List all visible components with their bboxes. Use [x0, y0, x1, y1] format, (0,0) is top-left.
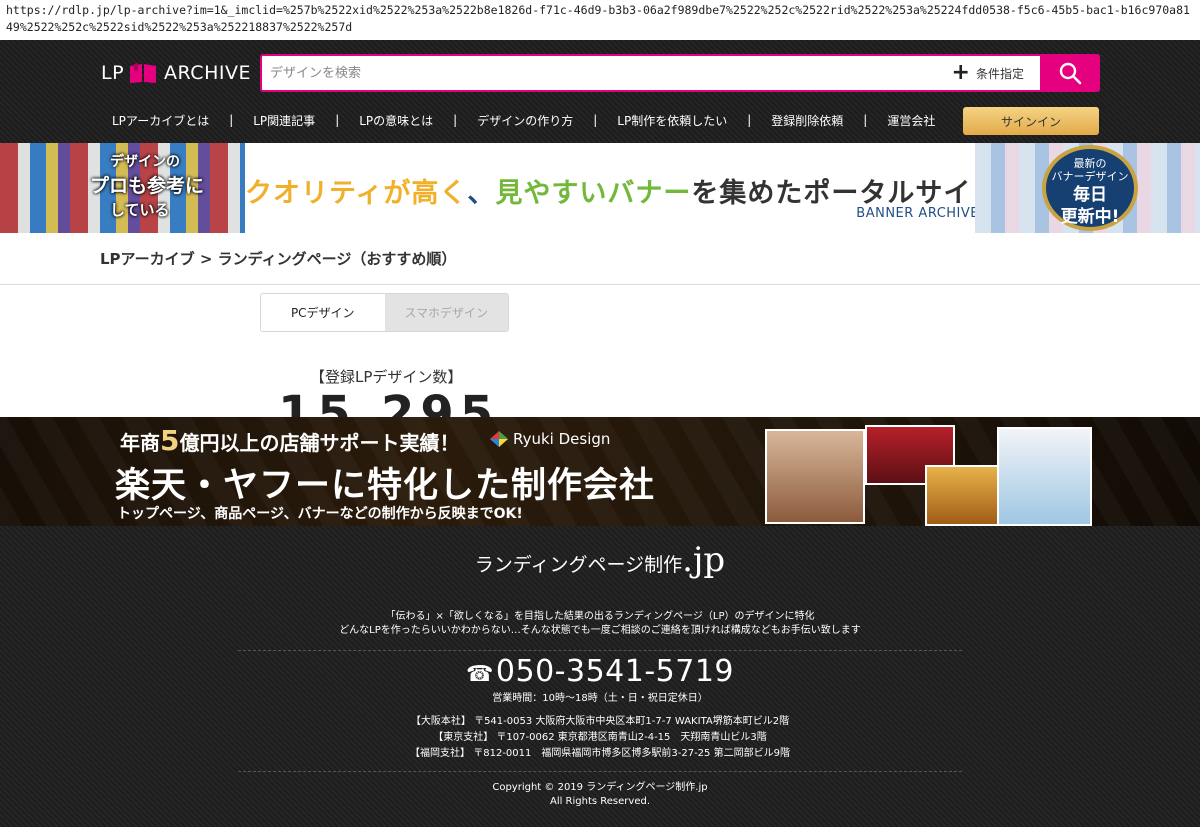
- update-badge: 最新の バナーデザイン 毎日 更新中!: [1042, 145, 1138, 231]
- search-icon: [1059, 62, 1082, 85]
- banner-brand: BANNER ARCHIVE: [856, 206, 979, 221]
- banner-archive-ad[interactable]: デザインの プロも参考に している クオリティが高く、見やすいバナーを集めたポー…: [0, 143, 1200, 233]
- nav-item-meaning[interactable]: LPの意味とは: [347, 112, 445, 129]
- banner-headline-quality: クオリティが高く: [245, 178, 468, 209]
- badge-line3: 毎日: [1073, 185, 1107, 205]
- breadcrumb: LPアーカイブ > ランディングページ（おすすめ順）: [0, 233, 1200, 285]
- footer-hours: 営業時間：10時〜18時（土・日・祝日定休日）: [492, 693, 708, 704]
- nav-separator: |: [335, 113, 340, 127]
- banner-left-line2: プロも参考に: [90, 175, 205, 197]
- badge-line4: 更新中!: [1060, 207, 1120, 227]
- plus-icon: +: [951, 60, 970, 85]
- site-footer: ランディングページ制作.jp 「伝わる」×「欲しくなる」を目指した結果の出るラン…: [0, 526, 1200, 827]
- site-header: LP ARCHIVE + 条件指定 LPアーカイブとは | LP関連記事 | L…: [0, 40, 1200, 143]
- footer-copyright: Copyright © 2019 ランディングページ制作.jp All Righ…: [0, 781, 1200, 809]
- nav-item-howto[interactable]: デザインの作り方: [465, 112, 585, 129]
- product-image: [997, 427, 1092, 526]
- nav-separator: |: [863, 113, 868, 127]
- footer-address-osaka: 【大阪本社】 〒541-0053 大阪府大阪市中央区本町1-7-7 WAKITA…: [410, 716, 790, 727]
- footer-address-tokyo: 【東京支社】 〒107-0062 東京都港区南青山2-4-15 天翔南青山ビル3…: [433, 732, 767, 743]
- banner-left-line1: デザインの: [110, 154, 180, 170]
- footer-logo[interactable]: ランディングページ制作.jp: [0, 540, 1200, 580]
- footer-divider: [238, 771, 962, 772]
- banner2-title: 楽天・ヤフーに特化した制作会社: [115, 466, 656, 506]
- banner2-brand: Ryuki Design: [490, 430, 610, 448]
- tab-smartphone-design[interactable]: スマホデザイン: [384, 294, 508, 331]
- condition-label: 条件指定: [975, 66, 1024, 81]
- device-tabs: PCデザイン スマホデザイン: [260, 293, 509, 332]
- search-button[interactable]: [1040, 54, 1100, 92]
- banner-main: クオリティが高く、見やすいバナーを集めたポータルサイト BANNER ARCHI…: [245, 143, 998, 233]
- main-nav: LPアーカイブとは | LP関連記事 | LPの意味とは | デザインの作り方 …: [100, 106, 1100, 134]
- footer-copyright-line1: Copyright © 2019 ランディングページ制作.jp: [492, 782, 708, 793]
- banner2-brand-text: Ryuki Design: [513, 430, 611, 448]
- search-bar: + 条件指定: [260, 54, 1100, 92]
- nav-item-company[interactable]: 運営会社: [875, 112, 947, 129]
- nav-separator: |: [747, 113, 752, 127]
- logo-lp-text: LP: [101, 62, 125, 84]
- banner2-headline-c: 億円以上の店舗サポート実績！: [179, 431, 460, 455]
- ryuki-logo-icon: [490, 431, 508, 447]
- footer-phone[interactable]: ☎050-3541-5719: [0, 654, 1200, 689]
- banner-headline: クオリティが高く、見やすいバナーを集めたポータルサイト: [245, 171, 999, 210]
- nav-separator: |: [453, 113, 458, 127]
- ryuki-design-banner[interactable]: 年商5億円以上の店舗サポート実績！ Ryuki Design 楽天・ヤフーに特化…: [0, 417, 1200, 526]
- site-logo[interactable]: LP ARCHIVE: [101, 62, 251, 84]
- banner-left-text: デザインの プロも参考に している: [70, 149, 250, 227]
- footer-description: 「伝わる」×「欲しくなる」を目指した結果の出るランディングページ（LP）のデザイ…: [0, 610, 1200, 638]
- banner-headline-readable: 見やすいバナー: [495, 178, 692, 209]
- nav-item-request[interactable]: LP制作を依頼したい: [605, 112, 739, 129]
- lp-count-label: 【登録LPデザイン数】: [310, 368, 463, 386]
- footer-logo-jp: .jp: [682, 540, 726, 580]
- nav-separator: |: [593, 113, 598, 127]
- footer-desc-line2: どんなLPを作ったらいいかわからない…そんな状態でも一度ご相談のご連絡を頂ければ…: [339, 625, 861, 636]
- footer-addresses: 【大阪本社】 〒541-0053 大阪府大阪市中央区本町1-7-7 WAKITA…: [0, 714, 1200, 762]
- footer-divider: [238, 650, 962, 651]
- footer-phone-number: 050-3541-5719: [495, 654, 734, 689]
- address-bar[interactable]: https://rdlp.jp/lp-archive?im=1&_imclid=…: [0, 0, 1200, 40]
- footer-desc-line1: 「伝わる」×「欲しくなる」を目指した結果の出るランディングページ（LP）のデザイ…: [385, 611, 815, 622]
- banner-headline-portal: を集めたポータルサイト: [691, 178, 1000, 209]
- book-icon: [130, 63, 157, 83]
- banner2-headline-a: 年商: [120, 431, 160, 455]
- badge-line1: 最新の: [1073, 157, 1107, 170]
- banner2-product-images: [765, 425, 1095, 526]
- footer-logo-text: ランディングページ制作: [474, 554, 683, 576]
- product-image: [765, 429, 865, 524]
- banner-headline-comma: 、: [467, 178, 496, 209]
- banner2-subtitle: トップページ、商品ページ、バナーなどの制作から反映までOK!: [117, 506, 523, 522]
- banner2-headline: 年商5億円以上の店舗サポート実績！: [120, 424, 459, 457]
- footer-address-fukuoka: 【福岡支社】 〒812-0011 福岡県福岡市博多区博多駅前3-27-25 第二…: [410, 748, 790, 759]
- signin-button[interactable]: サインイン: [963, 107, 1099, 135]
- badge-line2: バナーデザイン: [1051, 170, 1129, 183]
- condition-button[interactable]: + 条件指定: [951, 60, 1024, 85]
- search-input[interactable]: [262, 56, 952, 90]
- nav-item-delete-request[interactable]: 登録削除依頼: [759, 112, 855, 129]
- logo-archive-text: ARCHIVE: [164, 62, 251, 84]
- banner-left-line3: している: [110, 201, 170, 219]
- nav-separator: |: [229, 113, 234, 127]
- phone-icon: ☎: [465, 662, 494, 687]
- banner2-headline-number: 5: [160, 424, 180, 457]
- tab-pc-design[interactable]: PCデザイン: [261, 294, 385, 331]
- footer-copyright-line2: All Rights Reserved.: [549, 796, 651, 807]
- nav-item-articles[interactable]: LP関連記事: [241, 112, 327, 129]
- nav-item-about[interactable]: LPアーカイブとは: [100, 112, 221, 129]
